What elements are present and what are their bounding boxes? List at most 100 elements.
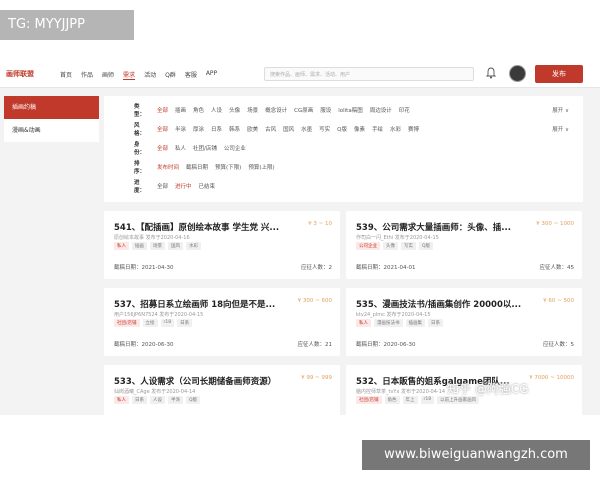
bell-icon[interactable]	[486, 67, 496, 79]
filter-option[interactable]: 半涂	[175, 125, 186, 133]
filter-option[interactable]: 水彩	[390, 125, 401, 133]
nav-link[interactable]: 活动	[144, 70, 156, 80]
filter-row: 排序： 发布时间 截稿日期 预算(下限) 预算(上限)	[134, 161, 275, 175]
app-window: 画师联盟 首页 作品 画师 需求 活动 Q群 客服 APP 搜索作品、画师、需求、活动、用户 …	[0, 60, 600, 415]
nav-link[interactable]: 画师	[102, 70, 114, 80]
card-tag: 社团/店铺	[356, 396, 382, 404]
filter-option[interactable]: 私人	[175, 144, 186, 152]
site-logo[interactable]: 画师联盟	[6, 69, 34, 79]
filter-option[interactable]: 服设	[320, 106, 331, 114]
nav-link[interactable]: 首页	[60, 70, 72, 80]
card-tag: 日系	[428, 319, 443, 327]
nav-links: 首页 作品 画师 需求 活动 Q群 客服 APP	[60, 70, 217, 80]
filter-option[interactable]: 人设	[211, 106, 222, 114]
card-tag: 写实	[401, 242, 416, 250]
watermark-bottom: www.biweiguanwangzh.com	[362, 440, 590, 470]
card-meta: 脑内控师草茶_tvYx 发布于2020-04-14	[356, 389, 446, 395]
top-navigation: 画师联盟 首页 作品 画师 需求 活动 Q群 客服 APP 搜索作品、画师、需求、活动、用户 …	[0, 60, 600, 88]
filter-option[interactable]: CG原画	[294, 106, 313, 114]
card-applicants: 应征人数：5	[543, 342, 574, 348]
filter-option[interactable]: 全部	[157, 144, 168, 152]
filter-option[interactable]: 头像	[229, 106, 240, 114]
card-tags: 社团/店铺 角色 年上 r18 以前上升画家画风	[356, 396, 480, 404]
filter-option[interactable]: lolita稿图	[338, 106, 362, 114]
card-tag: 角色	[384, 396, 400, 404]
filter-option[interactable]: 手绘	[372, 125, 383, 133]
filter-option[interactable]: 全部	[157, 106, 168, 114]
filter-option[interactable]: 发布时间	[157, 163, 179, 171]
nav-link[interactable]: 客服	[185, 70, 197, 80]
filter-option[interactable]: 国风	[283, 125, 294, 133]
card-tag: Q版	[419, 242, 434, 250]
expand-toggle[interactable]: 展开 ∨	[552, 125, 569, 133]
card-deadline: 截稿日期：2021-04-01	[356, 265, 416, 271]
nav-link[interactable]: 作品	[81, 70, 93, 80]
card-budget: ¥ 99 ~ 999	[301, 375, 332, 381]
filter-option[interactable]: 日系	[211, 125, 222, 133]
card-tag: 人设	[150, 396, 165, 404]
filter-option[interactable]: 韩系	[229, 125, 240, 133]
filter-row: 进度： 全部 进行中 已结束	[134, 180, 216, 194]
filter-option[interactable]: 厚涂	[193, 125, 204, 133]
request-card[interactable]: 541、【配插画】原创绘本故事 学生党 兴... ¥ 3 ~ 10 原创绘本故事 发…	[104, 211, 340, 279]
publish-button[interactable]: 发布	[535, 65, 583, 83]
request-card[interactable]: 533、人设需求（公司长期储备画师资源） ¥ 99 ~ 999 仙岗酒曦_CAge …	[104, 365, 340, 415]
card-title[interactable]: 539、公司需求大量插画师：头像、插...	[356, 221, 536, 233]
filter-option[interactable]: 场景	[247, 106, 258, 114]
card-title[interactable]: 533、人设需求（公司长期储备画师资源）	[114, 375, 294, 387]
filter-option[interactable]: 全部	[157, 125, 168, 133]
card-tags: 私人 插画 场景 国风 水彩	[114, 242, 201, 250]
card-title[interactable]: 535、漫画技法书/插画集创作 20000以...	[356, 298, 536, 310]
filter-option[interactable]: 赛博	[408, 125, 419, 133]
request-card[interactable]: 539、公司需求大量插画师：头像、插... ¥ 300 ~ 1000 作司白一闪_E…	[346, 211, 582, 279]
filter-option[interactable]: 古风	[265, 125, 276, 133]
filter-option[interactable]: 公司企业	[224, 144, 246, 152]
card-tag: 私人	[114, 396, 129, 404]
card-meta: 作司白一闪_Ethi 发布于2020-04-15	[356, 235, 439, 241]
filter-option[interactable]: 插画	[175, 106, 186, 114]
nav-link[interactable]: APP	[206, 70, 217, 80]
avatar[interactable]	[509, 65, 526, 82]
card-tag: 头像	[383, 242, 398, 250]
card-budget: ¥ 300 ~ 600	[297, 298, 332, 304]
filter-row: 类型： 全部 插画 角色 人设 头像 场景 概念设计 CG原画 服设 lolita稿图 周边设计 印花	[134, 104, 410, 118]
filter-option[interactable]: 进行中	[175, 182, 192, 190]
filter-option[interactable]: 截稿日期	[186, 163, 208, 171]
card-meta: 仙岗酒曦_CAge 发布于2020-04-14	[114, 389, 196, 395]
filter-label: 排序：	[134, 161, 146, 175]
card-title[interactable]: 537、招募日系立绘画师 18向但是不是...	[114, 298, 294, 310]
expand-toggle[interactable]: 展开 ∨	[552, 106, 569, 114]
filter-option[interactable]: 水墨	[301, 125, 312, 133]
card-tag: 日系	[177, 319, 193, 327]
sidebar-item[interactable]: 插画约稿	[4, 96, 99, 119]
filter-option[interactable]: 全部	[157, 182, 168, 190]
card-meta: 用户156JP6N7524 发布于2020-04-15	[114, 312, 204, 318]
card-tags: 私人 日系 人设 半涂 Q版	[114, 396, 201, 404]
filter-option[interactable]: 印花	[399, 106, 410, 114]
filter-option[interactable]: 周边设计	[370, 106, 392, 114]
card-applicants: 应征人数：45	[539, 265, 575, 271]
filter-option[interactable]: 社团/店铺	[193, 144, 217, 152]
filter-option[interactable]: 像素	[354, 125, 365, 133]
filter-option[interactable]: 欧美	[247, 125, 258, 133]
nav-link[interactable]: 需求	[123, 70, 136, 80]
card-tag: 水彩	[186, 242, 201, 250]
sidebar-item[interactable]: 漫画&动画	[4, 119, 99, 142]
filter-option[interactable]: Q版	[337, 125, 347, 133]
card-tag: 私人	[356, 319, 371, 327]
card-tag: 插画集	[405, 319, 425, 327]
filter-option[interactable]: 已结束	[199, 182, 216, 190]
request-card[interactable]: 535、漫画技法书/插画集创作 20000以... ¥ 60 ~ 500 ktv24…	[346, 288, 582, 356]
filter-option[interactable]: 概念设计	[265, 106, 287, 114]
nav-link[interactable]: Q群	[165, 70, 176, 80]
filter-option[interactable]: 角色	[193, 106, 204, 114]
filter-row: 身份： 全部 私人 社团/店铺 公司企业	[134, 142, 246, 156]
search-input[interactable]: 搜索作品、画师、需求、活动、用户	[264, 67, 474, 81]
filter-option[interactable]: 预算(上限)	[248, 163, 274, 171]
request-card[interactable]: 537、招募日系立绘画师 18向但是不是... ¥ 300 ~ 600 用户156J…	[104, 288, 340, 356]
card-title[interactable]: 541、【配插画】原创绘本故事 学生党 兴...	[114, 221, 294, 233]
filter-option[interactable]: 写实	[319, 125, 330, 133]
card-tag: 场景	[150, 242, 165, 250]
filter-option[interactable]: 预算(下限)	[215, 163, 241, 171]
filter-label: 进度：	[134, 180, 146, 194]
